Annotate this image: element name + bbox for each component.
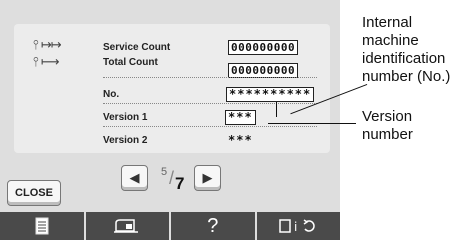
total-count-label: Total Count [103,57,158,68]
left-arrow-icon: ◀ [129,170,140,185]
prev-page-button[interactable]: ◀ [121,165,148,191]
service-count-icon: ⫯ ↦↦ [33,38,62,53]
service-count-label: Service Count [103,42,171,53]
version-callout-line [268,123,356,124]
annotation-line: identification [362,50,446,67]
pager: ◀ 5 / 7 ▶ [121,165,221,196]
machine-button[interactable] [85,212,169,240]
no-label: No. [103,89,120,100]
version1-value: *** [225,110,256,125]
version1-label: Version 1 [103,112,148,123]
machine-icon [114,219,139,233]
annotation-line: Internal [362,14,413,31]
annotation-line: number (No.) [362,68,451,85]
svg-text:i: i [294,220,297,234]
settings-icon: i [279,219,315,234]
page-indicator: 5 / 7 [151,165,191,193]
total-count-icon: ⫯ ⟼ [33,55,59,70]
page-current: 5 [161,166,168,178]
next-page-button[interactable]: ▶ [194,165,221,191]
page-view-button[interactable] [0,212,84,240]
info-panel: ⫯ ↦↦ ⫯ ⟼ Service Count 000000000 Total C… [14,24,330,153]
no-value: ********** [226,87,315,102]
settings-button[interactable]: i [256,212,340,240]
bottom-toolbar: ? i [0,212,340,240]
machine-screen: ⫯ ↦↦ ⫯ ⟼ Service Count 000000000 Total C… [0,0,340,240]
help-button[interactable]: ? [171,212,255,240]
page-icon [35,217,49,235]
divider [103,77,317,78]
divider [103,103,317,104]
annotation-line: machine [362,32,419,49]
total-count-value: 000000000 [228,63,299,78]
page-slash: / [169,168,175,188]
close-button[interactable]: CLOSE [7,180,61,206]
id-annotation: Internal machine identification number (… [362,14,450,86]
annotation-line: number [362,126,413,143]
version2-label: Version 2 [103,135,148,146]
version-annotation: Version number [362,108,413,144]
annotation-line: Version [362,108,413,125]
divider [103,126,317,127]
help-icon: ? [207,214,219,237]
page-total: 7 [175,174,185,193]
version2-value: *** [228,133,253,147]
service-count-value: 000000000 [228,40,299,55]
id-callout-vline [276,102,277,117]
right-arrow-icon: ▶ [202,170,213,185]
